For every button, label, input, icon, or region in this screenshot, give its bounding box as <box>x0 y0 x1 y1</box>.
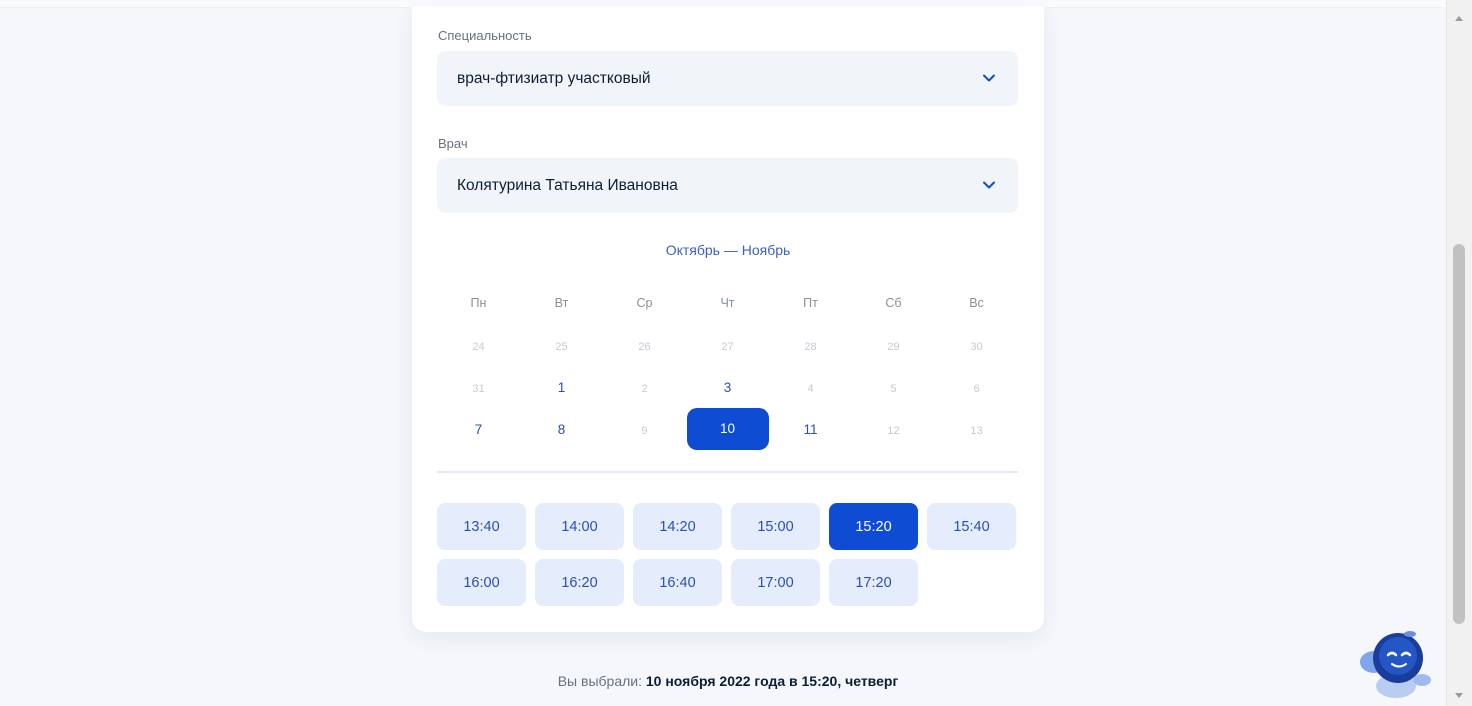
calendar-day-number: 10 <box>686 408 769 450</box>
calendar-month-label[interactable]: Октябрь — Ноябрь <box>412 242 1044 258</box>
calendar-day-number: 31 <box>472 382 485 395</box>
scroll-down-arrow-icon[interactable] <box>1455 693 1463 698</box>
calendar-day-number: 25 <box>555 340 568 353</box>
time-slot-button[interactable]: 14:20 <box>633 503 722 550</box>
calendar-day: 31 <box>437 380 520 395</box>
weekday-label: Пн <box>470 296 487 310</box>
time-slot-button-selected[interactable]: 15:20 <box>829 503 918 550</box>
calendar-day-number: 28 <box>804 340 817 353</box>
time-slot-button[interactable]: 16:00 <box>437 559 526 606</box>
weekday-label: Ср <box>636 296 653 310</box>
calendar-day[interactable]: 7 <box>437 422 520 437</box>
calendar-day: 28 <box>769 338 852 353</box>
calendar-day[interactable]: 1 <box>520 380 603 395</box>
calendar-week-row: 31 1 2 3 4 5 6 <box>437 366 1018 408</box>
calendar-day-number: 3 <box>723 379 732 395</box>
weekday-header-row: Пн Вт Ср Чт Пт Сб Вс <box>437 282 1018 324</box>
calendar-day-number: 7 <box>474 421 483 437</box>
calendar-day: 6 <box>935 380 1018 395</box>
calendar-week-row: 24 25 26 27 28 29 30 <box>437 324 1018 366</box>
time-slot-button[interactable]: 17:00 <box>731 559 820 606</box>
time-slot-button[interactable]: 15:00 <box>731 503 820 550</box>
calendar-day: 12 <box>852 422 935 437</box>
weekday-label: Чт <box>720 296 735 310</box>
calendar-day-number: 29 <box>887 340 900 353</box>
calendar-day-number: 27 <box>721 340 734 353</box>
chevron-down-icon <box>983 181 995 189</box>
calendar-week-row: 7 8 9 10 11 12 13 <box>437 408 1018 450</box>
calendar-day: 25 <box>520 338 603 353</box>
calendar-day-number: 8 <box>557 421 566 437</box>
robot-assistant-icon[interactable] <box>1352 620 1436 700</box>
chevron-down-icon <box>983 74 995 82</box>
calendar-day-number: 4 <box>807 382 814 395</box>
calendar-day-number: 5 <box>890 382 897 395</box>
divider <box>437 471 1018 473</box>
doctor-value: Колятурина Татьяна Ивановна <box>457 176 678 194</box>
calendar-day: 9 <box>603 422 686 437</box>
calendar-day-number: 6 <box>973 382 980 395</box>
weekday-label: Сб <box>885 296 902 310</box>
summary-prefix: Вы выбрали: <box>557 673 642 689</box>
calendar-day: 13 <box>935 422 1018 437</box>
doctor-label: Врач <box>438 136 468 151</box>
calendar-day: 2 <box>603 380 686 395</box>
weekday-label: Пт <box>803 296 818 310</box>
time-slot-button[interactable]: 13:40 <box>437 503 526 550</box>
calendar-day-selected[interactable]: 10 <box>686 408 769 450</box>
calendar-day-number: 1 <box>557 379 566 395</box>
calendar-weeks: 24 25 26 27 28 29 30 31 1 2 3 4 5 6 7 8 9 10 11 12 13 <box>437 324 1018 450</box>
appointment-card: Специальность врач-фтизиатр участковый В… <box>412 6 1044 632</box>
calendar-day-number: 2 <box>641 382 648 395</box>
calendar-day-number: 26 <box>638 340 651 353</box>
weekday-label: Вс <box>969 296 984 310</box>
scrollbar-thumb[interactable] <box>1453 244 1465 624</box>
calendar-day-number: 12 <box>887 424 900 437</box>
calendar-day-number: 11 <box>803 421 818 437</box>
specialty-value: врач-фтизиатр участковый <box>457 69 651 87</box>
calendar-day[interactable]: 3 <box>686 380 769 395</box>
summary-value: 10 ноября 2022 года в 15:20, четверг <box>645 673 899 689</box>
time-slot-button[interactable]: 17:20 <box>829 559 918 606</box>
calendar-day: 30 <box>935 338 1018 353</box>
specialty-label: Специальность <box>438 28 532 43</box>
time-slot-button[interactable]: 16:20 <box>535 559 624 606</box>
vertical-scrollbar[interactable] <box>1446 0 1472 706</box>
selection-summary: Вы выбрали: 10 ноября 2022 года в 15:20,… <box>412 673 1044 689</box>
calendar-day-number: 30 <box>970 340 983 353</box>
calendar-day-number: 24 <box>472 340 485 353</box>
time-slot-button[interactable]: 16:40 <box>633 559 722 606</box>
time-slot-button[interactable]: 14:00 <box>535 503 624 550</box>
calendar-day: 27 <box>686 338 769 353</box>
calendar-day[interactable]: 8 <box>520 422 603 437</box>
calendar-day-number: 13 <box>970 424 983 437</box>
calendar-grid: Пн Вт Ср Чт Пт Сб Вс 24 25 26 27 28 29 30 31 1 2 3 4 5 6 7 8 9… <box>437 282 1018 450</box>
specialty-select[interactable]: врач-фтизиатр участковый <box>437 51 1018 106</box>
weekday-label: Вт <box>554 296 569 310</box>
calendar-day: 29 <box>852 338 935 353</box>
scroll-up-arrow-icon[interactable] <box>1455 16 1463 21</box>
calendar-day: 26 <box>603 338 686 353</box>
time-slot-button[interactable]: 15:40 <box>927 503 1016 550</box>
calendar-day[interactable]: 11 <box>769 422 852 437</box>
calendar-day: 5 <box>852 380 935 395</box>
doctor-select[interactable]: Колятурина Татьяна Ивановна <box>437 158 1018 213</box>
calendar-day: 24 <box>437 338 520 353</box>
calendar-day-number: 9 <box>641 424 648 437</box>
calendar-day: 4 <box>769 380 852 395</box>
